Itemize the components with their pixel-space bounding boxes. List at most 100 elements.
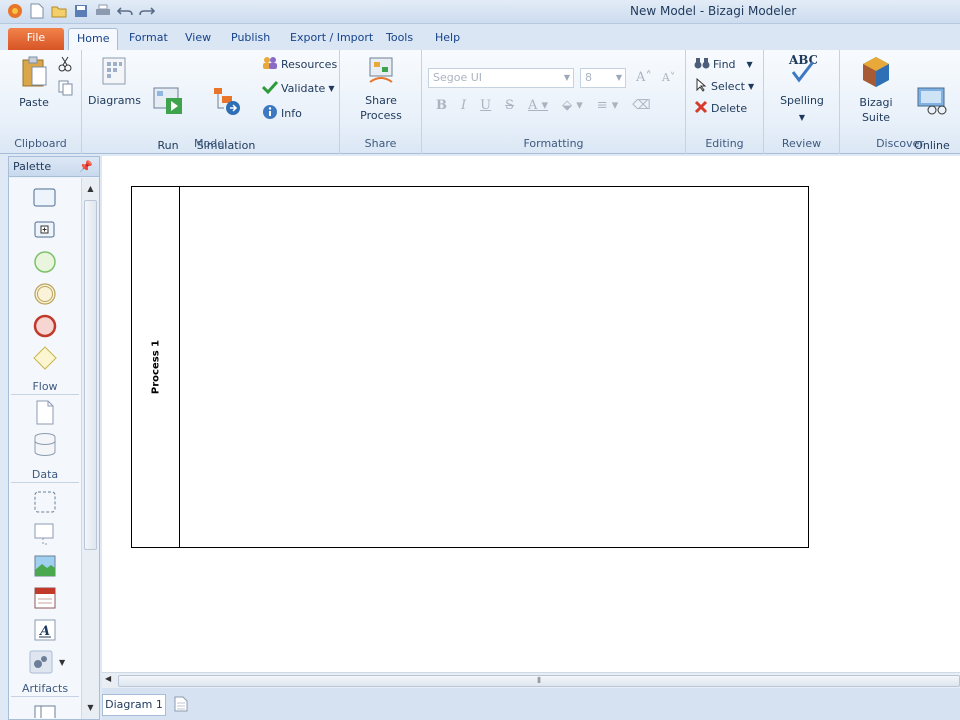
new-diagram-icon[interactable] — [174, 696, 188, 712]
task-shape-icon[interactable] — [33, 188, 57, 211]
find-button[interactable]: Find ▼ — [694, 56, 753, 73]
cut-icon[interactable] — [58, 56, 72, 72]
group-review: ABC Spelling ▼ Review — [764, 50, 840, 154]
italic-icon[interactable]: I — [461, 98, 466, 113]
text-artifact-icon[interactable]: A — [33, 618, 57, 645]
end-event-icon[interactable] — [33, 314, 57, 341]
window-title: New Model - Bizagi Modeler — [630, 4, 797, 18]
print-icon[interactable] — [94, 2, 112, 20]
grow-font-icon[interactable]: A˄ — [636, 70, 652, 85]
bizagi-suite-button[interactable]: Bizagi Suite — [844, 56, 908, 125]
pin-icon[interactable]: 📌 — [79, 157, 93, 177]
pool-label: Process 1 — [150, 339, 162, 395]
subprocess-shape-icon[interactable] — [33, 220, 57, 243]
tab-file[interactable]: File — [8, 28, 64, 50]
resources-icon — [262, 56, 278, 73]
cursor-icon — [694, 77, 708, 95]
scroll-down-icon[interactable]: ▼ — [84, 701, 97, 715]
resources-button[interactable]: Resources — [262, 56, 337, 73]
redo-icon[interactable] — [138, 2, 156, 20]
diagrams-button[interactable]: Diagrams — [88, 56, 141, 108]
fill-color-icon[interactable]: ⬙ ▾ — [562, 98, 583, 113]
tab-export-import[interactable]: Export / Import — [282, 28, 381, 50]
palette-header: Palette 📌 — [9, 157, 99, 177]
annotation-icon[interactable] — [33, 522, 57, 551]
diagram-canvas[interactable]: Process 1 — [102, 156, 960, 672]
palette-scrollbar[interactable]: ▲ ▼ — [81, 178, 99, 719]
font-size-select[interactable]: 8 ▼ — [580, 68, 626, 88]
group-model: Diagrams Run Workflow Simulation View Re… — [82, 50, 340, 167]
quick-access-toolbar — [6, 2, 156, 20]
delete-x-icon — [694, 100, 708, 117]
bizagi-logo-icon[interactable] — [6, 2, 24, 20]
group-shape-icon[interactable] — [33, 490, 57, 517]
pool-header[interactable]: Process 1 — [132, 187, 180, 547]
strikethrough-icon[interactable]: S — [505, 98, 514, 113]
undo-icon[interactable] — [116, 2, 134, 20]
validate-icon — [261, 80, 279, 97]
tab-view[interactable]: View — [177, 28, 219, 50]
scroll-up-icon[interactable]: ▲ — [84, 182, 97, 196]
tab-diagram-1[interactable]: Diagram 1 — [102, 694, 166, 716]
paste-icon — [12, 56, 56, 92]
bold-icon[interactable]: B — [436, 98, 447, 113]
swimlane-shape-icon[interactable] — [33, 704, 57, 720]
tab-tools[interactable]: Tools — [378, 28, 421, 50]
gears-icon — [29, 650, 53, 674]
group-label-formatting: Formatting — [523, 137, 584, 150]
scroll-left-icon[interactable]: ◀ — [105, 674, 111, 683]
scroll-thumb[interactable] — [84, 200, 97, 550]
run-workflow-icon — [142, 71, 194, 120]
group-discover: Bizagi Suite Online Courses Discover — [840, 50, 960, 167]
tab-format[interactable]: Format — [121, 28, 176, 50]
shrink-font-icon[interactable]: A˅ — [662, 71, 675, 84]
group-editing: Find ▼ Select ▼ Delete Editing — [686, 50, 764, 154]
start-event-icon[interactable] — [33, 250, 57, 277]
group-label-editing: Editing — [705, 137, 744, 150]
share-process-button[interactable]: Share Process — [344, 56, 418, 123]
image-artifact-icon[interactable] — [33, 554, 57, 581]
palette-panel: Palette 📌 Flow Data A ▼ Artifacts ▲ ▼ — [8, 156, 100, 720]
share-process-icon — [344, 56, 418, 90]
scroll-thumb[interactable]: ⦀ — [118, 675, 960, 687]
group-label-review: Review — [781, 137, 822, 150]
underline-icon[interactable]: U — [480, 98, 491, 113]
data-store-icon[interactable] — [33, 432, 57, 461]
info-button[interactable]: Info — [262, 104, 302, 123]
font-grow-shrink: A˄ A˅ — [636, 70, 675, 85]
align-icon[interactable]: ≡ ▾ — [597, 98, 619, 113]
font-color-icon[interactable]: A ▾ — [528, 98, 548, 113]
horizontal-scrollbar[interactable]: ◀ ⦀ — [102, 672, 960, 688]
tab-publish[interactable]: Publish — [223, 28, 278, 50]
more-artifacts-button[interactable]: ▼ — [29, 650, 65, 674]
formatting-buttons: B I U S A ▾ ⬙ ▾ ≡ ▾ ⌫ — [436, 98, 651, 113]
copy-icon[interactable] — [58, 80, 74, 96]
font-family-select[interactable]: Segoe UI ▼ — [428, 68, 574, 88]
clear-format-icon[interactable]: ⌫ — [632, 98, 650, 113]
palette-divider — [11, 696, 79, 697]
chevron-down-icon: ▼ — [328, 84, 335, 93]
pool[interactable]: Process 1 — [131, 186, 809, 548]
header-artifact-icon[interactable] — [33, 586, 57, 613]
chevron-down-icon: ▼ — [798, 113, 806, 122]
data-object-icon[interactable] — [33, 400, 57, 429]
delete-button[interactable]: Delete — [694, 100, 747, 117]
gateway-icon[interactable] — [33, 346, 57, 373]
paste-button[interactable]: Paste — [12, 56, 56, 110]
group-clipboard: Paste Clipboard — [0, 50, 82, 154]
spelling-button[interactable]: ABC Spelling ▼ — [770, 52, 834, 125]
select-button[interactable]: Select ▼ — [694, 77, 754, 95]
tab-home[interactable]: Home — [68, 28, 119, 50]
intermediate-event-icon[interactable] — [33, 282, 57, 309]
validate-button[interactable]: Validate ▼ — [261, 80, 335, 97]
group-share: Share Process Share — [340, 50, 422, 154]
svg-text:ABC: ABC — [788, 53, 817, 67]
new-icon[interactable] — [28, 2, 46, 20]
diagram-tabs: Diagram 1 — [102, 688, 960, 720]
save-icon[interactable] — [72, 2, 90, 20]
open-icon[interactable] — [50, 2, 68, 20]
chevron-down-icon: ▼ — [563, 73, 570, 82]
chevron-down-icon: ▼ — [746, 60, 753, 69]
palette-section-flow: Flow — [32, 380, 58, 393]
tab-help[interactable]: Help — [427, 28, 468, 50]
